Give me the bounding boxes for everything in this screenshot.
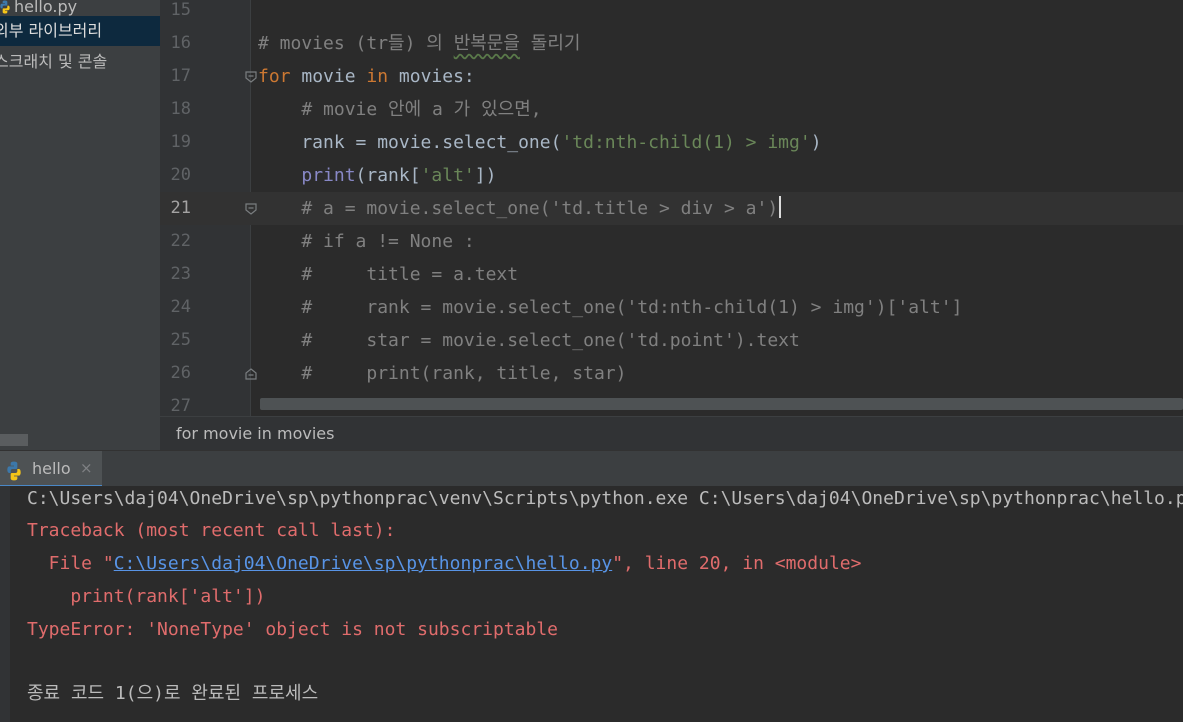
code-token: # print(rank, title, star) bbox=[258, 363, 627, 384]
code-line[interactable]: 22 # if a != None : bbox=[160, 225, 1183, 258]
code-text: # star = movie.select_one('td.point').te… bbox=[258, 324, 800, 357]
code-token: (rank[ bbox=[355, 165, 421, 186]
line-number: 21 bbox=[170, 198, 191, 218]
code-token: 'td:nth-child(1) > img' bbox=[561, 132, 811, 153]
console-traceback-header: Traceback (most recent call last): bbox=[27, 520, 396, 541]
code-token: # a = movie.select_one('td.title > div >… bbox=[258, 198, 779, 219]
breadcrumb-item[interactable]: for movie in movies bbox=[176, 424, 334, 443]
line-number: 26 bbox=[170, 363, 191, 383]
project-panel: hello.py 외부 라이브러리 스크래치 및 콘솔 bbox=[0, 0, 160, 448]
code-token: 반복문을 bbox=[453, 33, 520, 54]
line-number: 22 bbox=[170, 231, 191, 251]
python-icon bbox=[7, 461, 21, 481]
code-line[interactable]: 23 # title = a.text bbox=[160, 258, 1183, 291]
code-token: # movies (tr들) 의 bbox=[258, 33, 454, 54]
console-command-line: C:\Users\daj04\OneDrive\sp\pythonprac\ve… bbox=[27, 488, 1183, 509]
line-number: 23 bbox=[170, 264, 191, 284]
code-token: movies: bbox=[388, 66, 475, 87]
line-number: 24 bbox=[170, 297, 191, 317]
code-line[interactable]: 25 # star = movie.select_one('td.point')… bbox=[160, 324, 1183, 357]
code-text: print(rank['alt']) bbox=[258, 159, 496, 192]
code-editor[interactable]: 15 16 # movies (tr들) 의 반복문을 돌리기 17 for movie… bbox=[160, 0, 1183, 416]
code-text: rank = movie.select_one('td:nth-child(1)… bbox=[258, 126, 822, 159]
code-token: ) bbox=[810, 132, 822, 153]
run-console[interactable]: C:\Users\daj04\OneDrive\sp\pythonprac\ve… bbox=[0, 486, 1183, 722]
code-line[interactable]: 16 # movies (tr들) 의 반복문을 돌리기 bbox=[160, 27, 1183, 60]
code-token: # if a != None : bbox=[258, 231, 475, 252]
code-token: for bbox=[258, 66, 291, 87]
run-tool-window-header: hello × bbox=[0, 450, 1183, 487]
python-file-icon bbox=[0, 0, 10, 14]
line-number: 17 bbox=[170, 66, 191, 86]
code-token: # star = movie.select_one('td.point').te… bbox=[258, 330, 800, 351]
code-line[interactable]: 18 # movie 안에 a 가 있으면, bbox=[160, 93, 1183, 126]
line-number: 25 bbox=[170, 330, 191, 350]
code-line[interactable]: 19 rank = movie.select_one('td:nth-child… bbox=[160, 126, 1183, 159]
tree-item-label: 스크래치 및 콘솔 bbox=[0, 52, 108, 71]
code-token: 돌리기 bbox=[519, 33, 581, 54]
code-token: # movie 안에 a 가 있으면, bbox=[258, 99, 542, 120]
code-token: movie bbox=[290, 66, 367, 87]
code-line[interactable]: 15 bbox=[160, 0, 1183, 27]
code-text: for movie in movies: bbox=[258, 60, 475, 93]
code-token: rank = movie.select_one( bbox=[258, 132, 562, 153]
tree-item-scratches-consoles[interactable]: 스크래치 및 콘솔 bbox=[0, 47, 107, 77]
code-line[interactable]: 24 # rank = movie.select_one('td:nth-chi… bbox=[160, 291, 1183, 324]
console-traceback-code: print(rank['alt']) bbox=[27, 586, 266, 607]
code-text: # rank = movie.select_one('td:nth-child(… bbox=[258, 291, 962, 324]
code-line[interactable]: 17 for movie in movies: bbox=[160, 60, 1183, 93]
code-line[interactable]: 20 print(rank['alt']) bbox=[160, 159, 1183, 192]
code-text: # print(rank, title, star) bbox=[258, 357, 626, 390]
code-text: # a = movie.select_one('td.title > div >… bbox=[258, 192, 782, 225]
traceback-file-prefix: File " bbox=[27, 553, 114, 574]
line-number: 27 bbox=[170, 396, 191, 416]
tree-item-label: hello.py bbox=[14, 0, 78, 16]
code-text: # if a != None : bbox=[258, 225, 475, 258]
line-number: 20 bbox=[170, 165, 191, 185]
project-horizontal-scrollbar[interactable] bbox=[0, 434, 28, 446]
code-token: # rank = movie.select_one('td:nth-child(… bbox=[258, 297, 963, 318]
breadcrumb[interactable]: for movie in movies bbox=[160, 416, 1183, 450]
line-number: 19 bbox=[170, 132, 191, 152]
code-token: print bbox=[301, 165, 356, 186]
line-number: 15 bbox=[170, 0, 191, 20]
editor-horizontal-scrollbar[interactable] bbox=[260, 398, 1183, 410]
tree-item-external-libraries[interactable]: 외부 라이브러리 bbox=[0, 16, 160, 46]
code-line[interactable]: 21 # a = movie.select_one('td.title > di… bbox=[160, 192, 1183, 225]
fold-marker-icon[interactable] bbox=[244, 70, 258, 84]
run-tab-label: hello bbox=[32, 459, 71, 478]
console-exit-message: 종료 코드 1(으)로 완료된 프로세스 bbox=[27, 683, 319, 704]
run-tab-hello[interactable]: hello × bbox=[0, 451, 102, 487]
code-text: # movie 안에 a 가 있으면, bbox=[258, 93, 542, 126]
line-number: 18 bbox=[170, 99, 191, 119]
code-token: ]) bbox=[474, 165, 497, 186]
traceback-file-link[interactable]: C:\Users\daj04\OneDrive\sp\pythonprac\he… bbox=[114, 553, 613, 574]
fold-marker-icon[interactable] bbox=[244, 202, 258, 216]
code-token: # title = a.text bbox=[258, 264, 519, 285]
traceback-file-suffix: ", line 20, in <module> bbox=[612, 553, 862, 574]
fold-end-icon[interactable] bbox=[244, 367, 258, 381]
text-caret bbox=[779, 196, 782, 218]
code-line[interactable]: 26 # print(rank, title, star) bbox=[160, 357, 1183, 390]
console-toolbar-strip bbox=[0, 486, 10, 722]
code-text: # title = a.text bbox=[258, 258, 518, 291]
code-token: 'alt' bbox=[420, 165, 475, 186]
tree-item-label: 외부 라이브러리 bbox=[0, 21, 103, 40]
close-icon[interactable]: × bbox=[80, 451, 93, 485]
console-traceback-file: File "C:\Users\daj04\OneDrive\sp\pythonp… bbox=[27, 551, 862, 584]
line-number: 16 bbox=[170, 33, 191, 53]
code-token: in bbox=[366, 66, 389, 87]
console-error-message: TypeError: 'NoneType' object is not subs… bbox=[27, 619, 559, 640]
code-text: # movies (tr들) 의 반복문을 돌리기 bbox=[258, 27, 580, 60]
